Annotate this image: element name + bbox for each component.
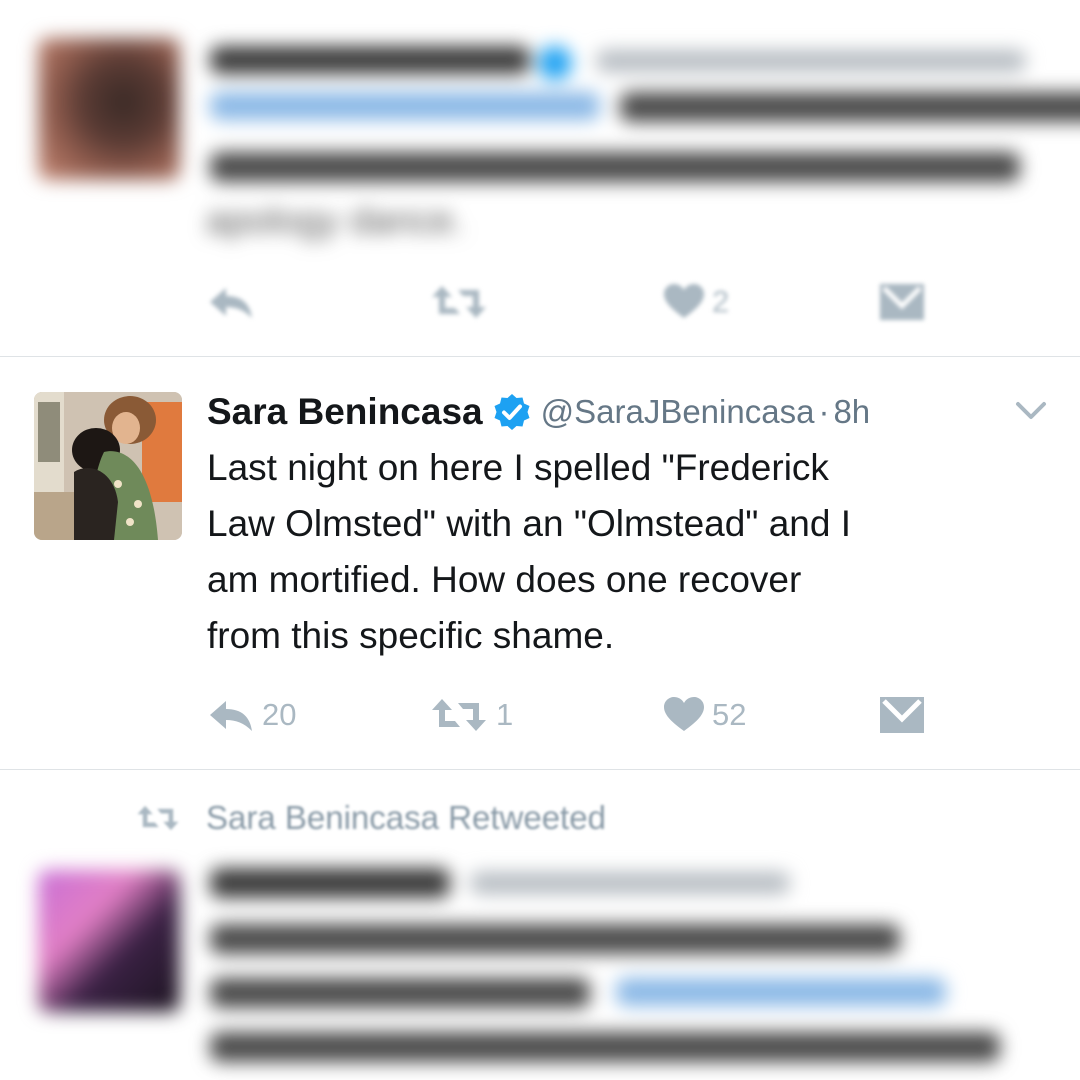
direct-message-button[interactable] <box>880 284 924 320</box>
like-button[interactable]: 2 <box>664 284 729 320</box>
tweet-header: Sara Benincasa @SaraJBenincasa · 8h <box>207 388 870 436</box>
avatar[interactable] <box>38 38 180 180</box>
tweet-text-line <box>210 152 1020 182</box>
chevron-down-icon[interactable] <box>1014 398 1048 424</box>
tweet-text-fragment: apology dance. <box>206 200 464 242</box>
tweet-next[interactable] <box>0 860 1080 1080</box>
avatar[interactable] <box>38 870 180 1012</box>
like-icon <box>664 697 704 731</box>
author-handle[interactable]: @SaraJBenincasa <box>541 393 815 431</box>
retweet-count: 1 <box>496 697 514 732</box>
reply-count: 20 <box>262 697 297 732</box>
like-count: 52 <box>712 697 747 732</box>
reply-button[interactable] <box>208 284 254 320</box>
divider <box>0 356 1080 357</box>
direct-message-icon <box>880 697 924 733</box>
retweet-icon <box>432 699 486 731</box>
retweet-context[interactable]: Sara Benincasa Retweeted <box>136 798 606 838</box>
tweet-actions: 2 <box>0 284 1080 324</box>
retweet-context-label: Sara Benincasa Retweeted <box>206 799 606 836</box>
tweet-header <box>470 872 790 894</box>
timeline: apology dance. 2 Sara Benincasa @SaraJBe… <box>0 0 1080 1080</box>
reply-icon <box>210 701 252 731</box>
retweet-icon <box>432 286 486 318</box>
retweet-icon <box>137 805 179 831</box>
like-icon <box>664 284 704 318</box>
tweet-header <box>210 868 450 898</box>
avatar-photo <box>34 392 182 540</box>
tweet-link[interactable] <box>616 978 946 1006</box>
author-name[interactable]: Sara Benincasa <box>207 391 483 433</box>
like-count: 2 <box>712 284 730 319</box>
tweet-header <box>210 40 1026 80</box>
retweet-button[interactable] <box>430 284 488 320</box>
verified-badge-icon <box>494 394 530 430</box>
direct-message-icon <box>880 284 924 320</box>
tweet-actions: 20 1 52 <box>0 697 1080 737</box>
tweet-previous[interactable]: apology dance. 2 <box>0 0 1080 356</box>
tweet-text-line <box>210 924 900 954</box>
tweet-text: Last night on here I spelled "Frederick … <box>207 447 852 656</box>
divider <box>0 769 1080 770</box>
reply-icon <box>210 288 252 318</box>
direct-message-button[interactable] <box>880 697 924 733</box>
like-button[interactable]: 52 <box>664 697 746 733</box>
avatar[interactable] <box>34 392 182 540</box>
separator: · <box>818 393 830 430</box>
tweet-timestamp[interactable]: 8h <box>833 393 870 431</box>
tweet-text-line <box>210 978 590 1008</box>
retweet-button[interactable]: 1 <box>430 697 513 733</box>
reply-button[interactable]: 20 <box>208 697 296 733</box>
tweet-text-line <box>210 1032 1000 1062</box>
